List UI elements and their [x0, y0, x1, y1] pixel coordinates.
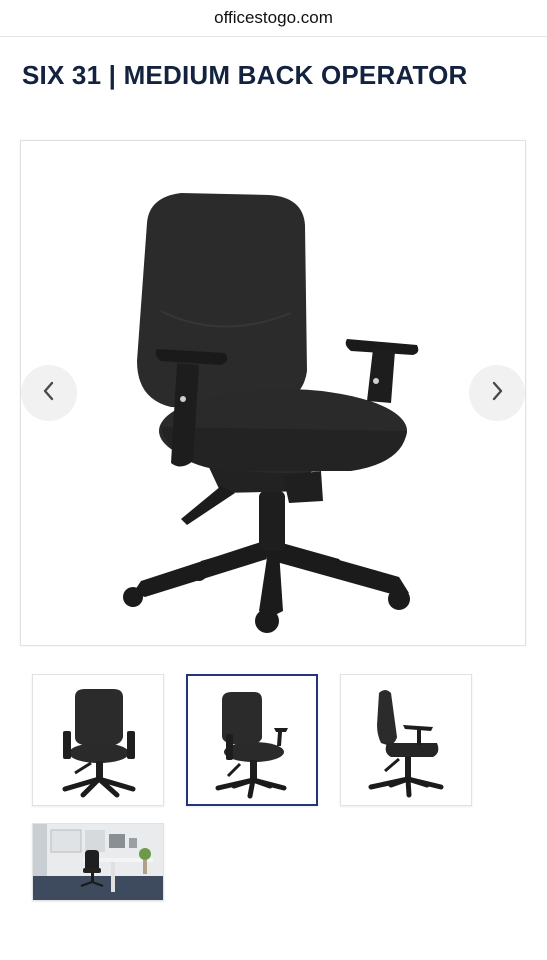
thumbnail-4[interactable]: [32, 823, 164, 901]
thumbnail-2-selected[interactable]: [186, 674, 318, 806]
chair-image: [123, 193, 419, 633]
url-text: officestogo.com: [214, 8, 333, 27]
address-bar[interactable]: officestogo.com: [0, 0, 547, 37]
chair-side-thumbnail: [368, 690, 444, 798]
next-image-button[interactable]: [469, 365, 525, 421]
chair-front-thumbnail: [62, 689, 136, 798]
chair-three-quarter-thumbnail: [215, 692, 288, 799]
office-scene-thumbnail: [33, 824, 163, 900]
chevron-right-icon: [489, 380, 505, 407]
thumbnail-1[interactable]: [32, 674, 164, 806]
chevron-left-icon: [41, 380, 57, 407]
page-title: SIX 31 | MEDIUM BACK OPERATOR: [22, 60, 468, 90]
previous-image-button[interactable]: [21, 365, 77, 421]
product-main-image: [20, 140, 526, 646]
thumbnail-3[interactable]: [340, 674, 472, 806]
